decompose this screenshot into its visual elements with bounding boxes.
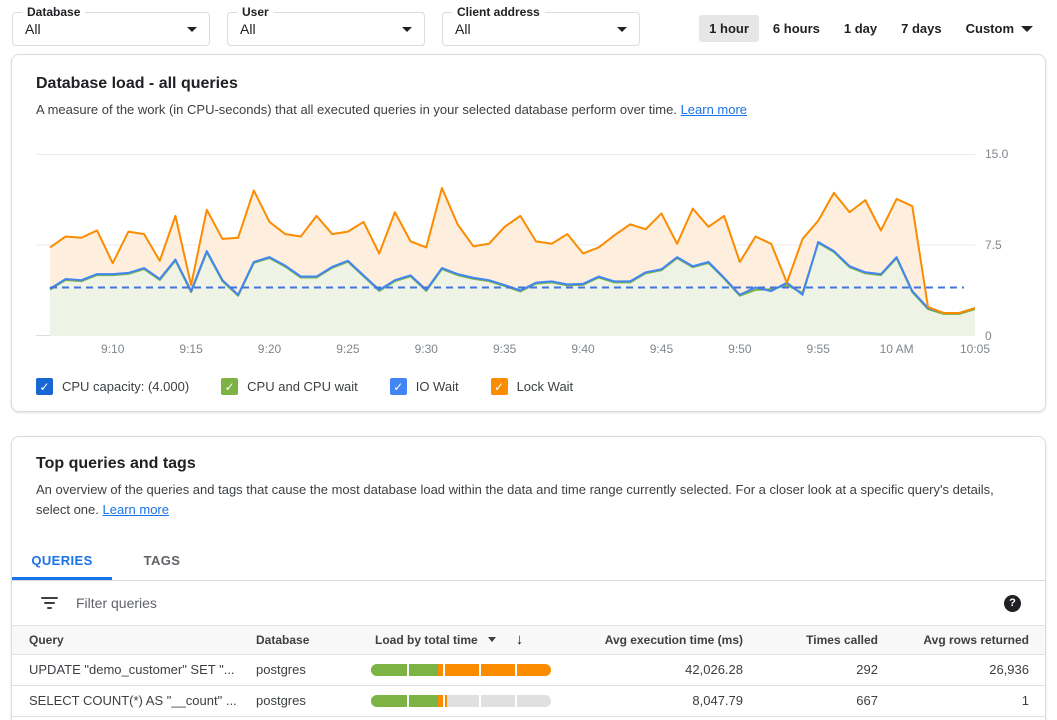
chevron-down-icon [1021, 26, 1033, 32]
x-axis-tick: 9:50 [728, 342, 751, 356]
x-axis-tick: 9:15 [179, 342, 202, 356]
time-range-7-days[interactable]: 7 days [891, 15, 951, 42]
tab-tags[interactable]: TAGS [112, 544, 212, 580]
database-name: postgres [252, 685, 367, 716]
cpu-and-cpu-wait-checkbox[interactable]: ✓ [221, 378, 238, 395]
column-header-load-label: Load by total time [375, 633, 478, 647]
y-axis-tick: 7.5 [985, 238, 1002, 252]
user-filter-value: All [228, 21, 402, 37]
filter-list-icon [40, 597, 58, 609]
help-icon[interactable]: ? [1004, 595, 1021, 612]
times-called: 667 [747, 685, 882, 716]
legend-item-cpu-capacity: ✓ CPU capacity: (4.000) [36, 378, 189, 395]
filter-toolbar: Database All User All Client address All… [0, 0, 1057, 46]
time-range-custom-label: Custom [966, 21, 1014, 36]
x-axis-tick: 9:25 [336, 342, 359, 356]
queries-tags-tabs: QUERIES TAGS [12, 544, 1045, 581]
client-address-filter-select[interactable]: Client address All [442, 12, 640, 46]
tab-queries[interactable]: QUERIES [12, 544, 112, 580]
io-wait-checkbox[interactable]: ✓ [390, 378, 407, 395]
x-axis-tick: 9:10 [101, 342, 124, 356]
query-text: UPDATE "demo_customer" SET "... [12, 654, 252, 685]
io-wait-label: IO Wait [416, 379, 459, 394]
top-queries-description: An overview of the queries and tags that… [36, 480, 1021, 520]
database-load-card: Database load - all queries A measure of… [11, 54, 1046, 412]
filter-row: ? [12, 581, 1045, 626]
x-axis-tick: 10:05 [960, 342, 990, 356]
x-axis-tick: 9:35 [493, 342, 516, 356]
column-header-avg-rows-returned[interactable]: Avg rows returned [882, 626, 1045, 654]
filter-queries-input[interactable] [76, 595, 1004, 611]
database-load-title: Database load - all queries [36, 75, 1021, 93]
user-filter-select[interactable]: User All [227, 12, 425, 46]
legend-item-io-wait: ✓ IO Wait [390, 378, 459, 395]
cpu-capacity-label: CPU capacity: (4.000) [62, 379, 189, 394]
client-address-filter-label: Client address [452, 5, 545, 19]
x-axis-tick: 9:45 [650, 342, 673, 356]
load-bar-cell [367, 685, 557, 716]
chevron-down-icon [187, 27, 197, 32]
database-load-description: A measure of the work (in CPU-seconds) t… [36, 100, 1021, 120]
chevron-down-icon[interactable] [488, 637, 496, 642]
database-load-chart: 07.515.0 [36, 154, 1021, 336]
load-bar-cell [367, 654, 557, 685]
top-queries-table: Query Database Load by total time ↓ Avg … [12, 626, 1045, 717]
legend-item-cpu-wait: ✓ CPU and CPU wait [221, 378, 358, 395]
times-called: 292 [747, 654, 882, 685]
client-address-filter-value: All [443, 21, 617, 37]
chart-y-axis-labels: 07.515.0 [977, 154, 1021, 336]
chart-plot-area[interactable] [36, 154, 975, 336]
avg-rows-returned: 26,936 [882, 654, 1045, 685]
time-range-custom[interactable]: Custom [956, 15, 1043, 42]
query-text: SELECT COUNT(*) AS "__count" ... [12, 685, 252, 716]
top-queries-description-text: An overview of the queries and tags that… [36, 482, 994, 517]
x-axis-tick: 9:40 [571, 342, 594, 356]
x-axis-tick: 9:20 [258, 342, 281, 356]
database-name: postgres [252, 654, 367, 685]
sort-descending-icon[interactable]: ↓ [516, 631, 524, 648]
avg-execution-time: 42,026.28 [557, 654, 747, 685]
table-header-row: Query Database Load by total time ↓ Avg … [12, 626, 1045, 654]
x-axis-tick: 9:55 [807, 342, 830, 356]
x-axis-tick: 9:30 [415, 342, 438, 356]
lock-wait-label: Lock Wait [517, 379, 574, 394]
column-header-query[interactable]: Query [12, 626, 252, 654]
load-bar [371, 695, 551, 707]
avg-rows-returned: 1 [882, 685, 1045, 716]
load-bar [371, 664, 551, 676]
query-row-select-count[interactable]: SELECT COUNT(*) AS "__count" ... postgre… [12, 685, 1045, 716]
database-filter-label: Database [22, 5, 85, 19]
query-row-update-demo-customer[interactable]: UPDATE "demo_customer" SET "... postgres… [12, 654, 1045, 685]
legend-item-lock-wait: ✓ Lock Wait [491, 378, 574, 395]
column-header-database[interactable]: Database [252, 626, 367, 654]
y-axis-tick: 0 [985, 329, 992, 343]
column-header-load[interactable]: Load by total time ↓ [367, 626, 557, 654]
user-filter-label: User [237, 5, 274, 19]
database-load-description-text: A measure of the work (in CPU-seconds) t… [36, 102, 677, 117]
chart-legend: ✓ CPU capacity: (4.000) ✓ CPU and CPU wa… [36, 378, 1021, 395]
chevron-down-icon [617, 27, 627, 32]
cpu-capacity-checkbox[interactable]: ✓ [36, 378, 53, 395]
time-range-1-hour[interactable]: 1 hour [699, 15, 759, 42]
top-queries-title: Top queries and tags [36, 455, 1021, 473]
time-range-1-day[interactable]: 1 day [834, 15, 887, 42]
time-range-selector: 1 hour 6 hours 1 day 7 days Custom [695, 15, 1045, 42]
query-insights-page: Database All User All Client address All… [0, 0, 1057, 720]
y-axis-tick: 15.0 [985, 147, 1008, 161]
database-filter-value: All [13, 21, 187, 37]
avg-execution-time: 8,047.79 [557, 685, 747, 716]
top-queries-card: Top queries and tags An overview of the … [11, 436, 1046, 720]
database-filter-select[interactable]: Database All [12, 12, 210, 46]
learn-more-link[interactable]: Learn more [103, 502, 169, 517]
chart-x-axis-labels: 9:10 9:15 9:20 9:25 9:30 9:35 9:40 9:45 9:50 9:55… [36, 342, 975, 360]
learn-more-link[interactable]: Learn more [681, 102, 747, 117]
column-header-times-called[interactable]: Times called [747, 626, 882, 654]
chevron-down-icon [402, 27, 412, 32]
column-header-avg-execution-time[interactable]: Avg execution time (ms) [557, 626, 747, 654]
cpu-and-cpu-wait-label: CPU and CPU wait [247, 379, 358, 394]
x-axis-tick: 10 AM [880, 342, 914, 356]
lock-wait-checkbox[interactable]: ✓ [491, 378, 508, 395]
time-range-6-hours[interactable]: 6 hours [763, 15, 830, 42]
